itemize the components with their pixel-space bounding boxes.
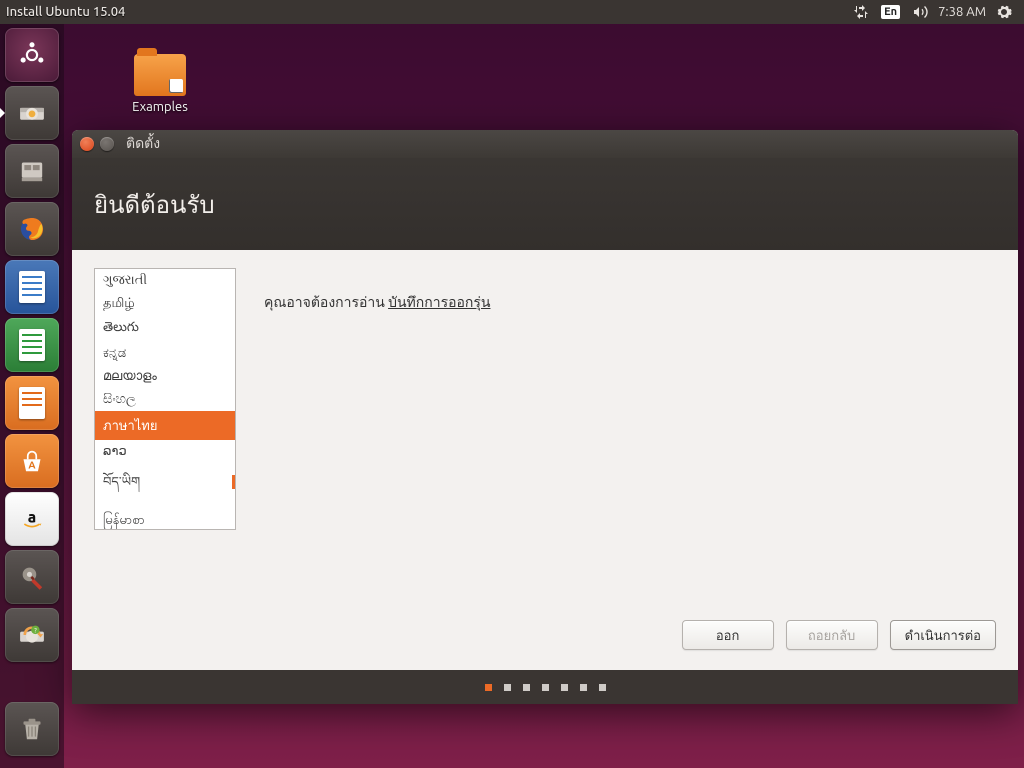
launcher-install-progress-icon[interactable]: ? xyxy=(5,608,59,662)
language-list[interactable]: ગુજરાતીதமிழ்తెలుగుಕನ್ನಡമലയാളംසිංහලภาษาไท… xyxy=(94,268,236,530)
launcher-amazon-icon[interactable]: a xyxy=(5,492,59,546)
desktop-examples-folder[interactable]: Examples xyxy=(120,54,200,114)
top-panel: Install Ubuntu 15.04 En 7:38 AM xyxy=(0,0,1024,24)
launcher-firefox-icon[interactable] xyxy=(5,202,59,256)
step-dot xyxy=(561,684,568,691)
installer-window: ติดตั้ง ยินดีต้อนรับ ગુજરાતીதமிழ்తెలుగుಕ… xyxy=(72,130,1018,704)
network-indicator-icon[interactable] xyxy=(847,0,875,24)
active-app-title: Install Ubuntu 15.04 xyxy=(6,5,125,19)
step-dot xyxy=(523,684,530,691)
step-dot xyxy=(542,684,549,691)
language-option[interactable]: ภาษาไทย xyxy=(95,411,235,440)
quit-button[interactable]: ออก xyxy=(682,620,774,650)
step-dot xyxy=(580,684,587,691)
step-dot xyxy=(599,684,606,691)
language-option[interactable]: བོད་ཡིག xyxy=(95,463,235,508)
clock[interactable]: 7:38 AM xyxy=(934,5,990,19)
scrollbar[interactable] xyxy=(231,269,235,529)
language-option[interactable]: తెలుగు xyxy=(95,316,235,342)
dash-home-icon[interactable] xyxy=(5,28,59,82)
step-indicator xyxy=(72,670,1018,704)
window-titlebar[interactable]: ติดตั้ง xyxy=(72,130,1018,158)
keyboard-layout-indicator[interactable]: En xyxy=(875,0,906,24)
language-option[interactable]: ಕನ್ನಡ xyxy=(95,342,235,365)
launcher-impress-icon[interactable] xyxy=(5,376,59,430)
language-option[interactable]: தமிழ் xyxy=(95,292,235,316)
installer-heading: ยินดีต้อนรับ xyxy=(94,185,215,224)
svg-text:?: ? xyxy=(34,627,37,634)
back-button[interactable]: ถอยกลับ xyxy=(786,620,878,650)
release-notes-link[interactable]: บันทึกการออกรุ่น xyxy=(388,294,490,310)
svg-text:A: A xyxy=(28,459,36,471)
continue-button[interactable]: ดำเนินการต่อ xyxy=(890,620,996,650)
window-title: ติดตั้ง xyxy=(126,133,160,155)
launcher-writer-icon[interactable] xyxy=(5,260,59,314)
launcher-files-icon[interactable] xyxy=(5,144,59,198)
desktop-icon-label: Examples xyxy=(120,100,200,114)
language-option[interactable]: ລາວ xyxy=(95,440,235,463)
folder-icon xyxy=(134,54,186,96)
installer-footer: ออก ถอยกลับ ดำเนินการต่อ xyxy=(72,608,1018,670)
language-option[interactable]: ગુજરાતી xyxy=(95,269,235,292)
svg-text:a: a xyxy=(28,508,36,525)
language-option[interactable]: မြန်မာစာ xyxy=(95,508,235,530)
launcher-installer-icon[interactable] xyxy=(5,86,59,140)
step-dot xyxy=(485,684,492,691)
installer-header: ยินดีต้อนรับ xyxy=(72,158,1018,250)
session-gear-icon[interactable] xyxy=(990,0,1018,24)
launcher-software-center-icon[interactable]: A xyxy=(5,434,59,488)
sound-indicator-icon[interactable] xyxy=(906,0,934,24)
window-close-button[interactable] xyxy=(80,137,94,151)
unity-launcher: A a ? xyxy=(0,24,64,768)
language-option[interactable]: සිංහල xyxy=(95,388,235,411)
release-notes-text: คุณอาจต้องการอ่าน บันทึกการออกรุ่น xyxy=(264,268,490,314)
launcher-settings-icon[interactable] xyxy=(5,550,59,604)
step-dot xyxy=(504,684,511,691)
launcher-calc-icon[interactable] xyxy=(5,318,59,372)
language-option[interactable]: മലയാളം xyxy=(95,365,235,388)
launcher-trash-icon[interactable] xyxy=(5,702,59,756)
window-minimize-button[interactable] xyxy=(100,137,114,151)
